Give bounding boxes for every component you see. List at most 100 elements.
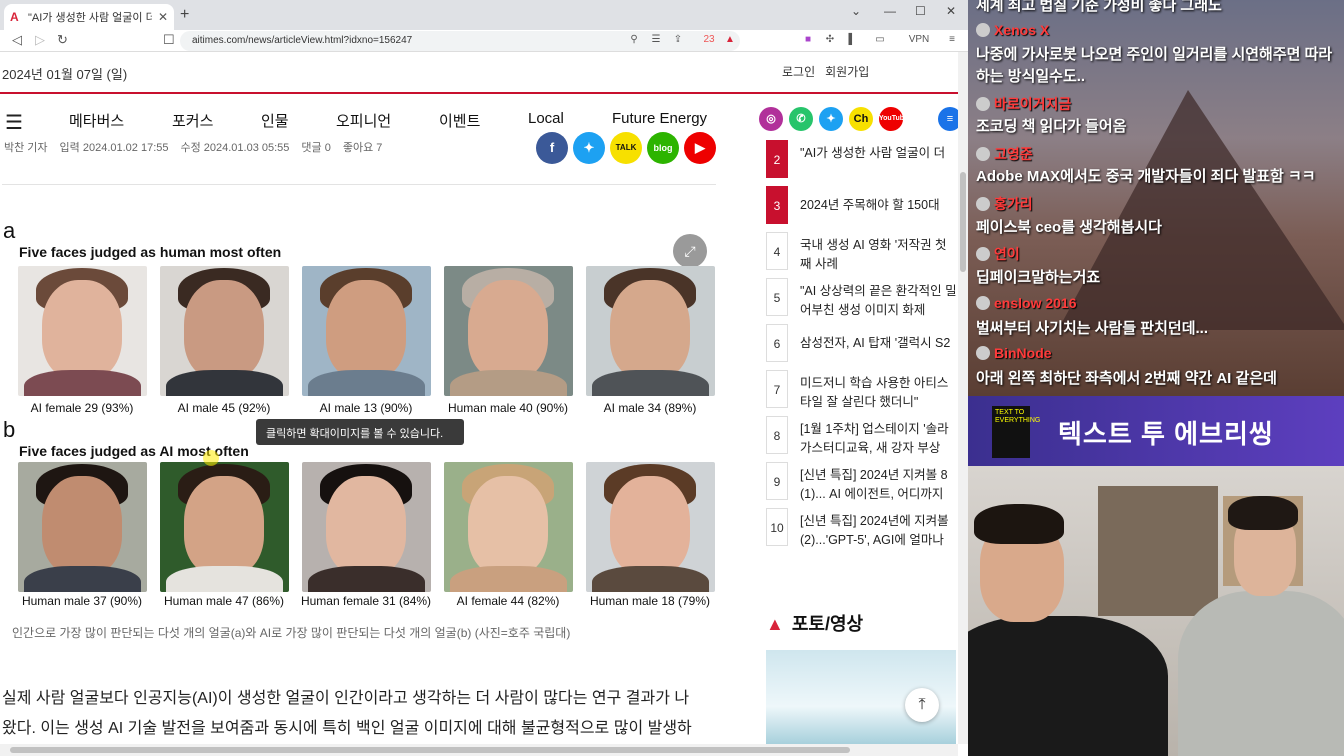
- expand-icon[interactable]: ⤢: [673, 234, 707, 268]
- menu-metaverse[interactable]: 메타버스: [69, 110, 124, 131]
- menu-people[interactable]: 인물: [261, 110, 289, 131]
- input-time: 입력 2024.01.02 17:55: [59, 142, 169, 154]
- ranking-item[interactable]: 6 삼성전자, AI 탑재 '갤럭시 S2: [766, 324, 956, 362]
- rewards-icon[interactable]: ▲: [724, 34, 736, 46]
- youtube-icon[interactable]: YouTube: [879, 107, 908, 131]
- signup-link[interactable]: 회원가입: [825, 63, 869, 80]
- ranking-item[interactable]: 3 2024년 주목해야 할 150대: [766, 186, 956, 224]
- person-left-hair: [974, 504, 1064, 544]
- chat-username: 홍가리: [976, 194, 1033, 214]
- tab-article[interactable]: A "AI가 생성한 사람 얼굴이 더 인간 ✕: [4, 4, 174, 30]
- chat-username-text: Xenos X: [994, 22, 1050, 38]
- comment-count[interactable]: 댓글 0: [301, 139, 330, 155]
- vpn-button[interactable]: VPN: [904, 34, 934, 46]
- sidebar-icon[interactable]: ▌: [846, 34, 858, 46]
- face-image: [18, 266, 147, 396]
- reader-icon[interactable]: ☰: [650, 34, 662, 46]
- chat-message-text: 딥페이크말하는거죠: [976, 269, 1101, 286]
- panel-label-a: a: [3, 218, 16, 243]
- face-image: [444, 266, 573, 396]
- wallet-icon[interactable]: ▭: [874, 34, 886, 46]
- chat-username-text: enslow 2016: [994, 295, 1077, 311]
- ranking-item[interactable]: 2 "AI가 생성한 사람 얼굴이 더: [766, 140, 956, 178]
- brave-shield-icon[interactable]: 23: [700, 34, 718, 46]
- face-label: Human male 47 (86%): [163, 594, 285, 608]
- menu-focus[interactable]: 포커스: [172, 110, 213, 131]
- forward-icon[interactable]: ▷: [35, 32, 45, 48]
- tab-search-icon[interactable]: ⌄: [851, 4, 861, 18]
- twitter-share-icon[interactable]: ✦: [573, 132, 605, 164]
- close-tab-icon[interactable]: ✕: [158, 10, 168, 24]
- chat-username-text: 연이: [994, 246, 1020, 262]
- avatar: [976, 197, 990, 211]
- ranking-item[interactable]: 8 [1월 1주차] 업스테이지 '솔라 가스터디교육, 새 강자 부상: [766, 416, 956, 455]
- vertical-scrollbar[interactable]: [958, 52, 968, 744]
- news-icon[interactable]: ≡: [938, 107, 960, 131]
- face-image: [18, 462, 147, 592]
- maximize-button[interactable]: ☐: [915, 4, 926, 18]
- ranking-item[interactable]: 5 "AI 상상력의 끝은 환각적인 밀어부친 생성 이미지 화제: [766, 278, 957, 317]
- minimize-button[interactable]: —: [884, 4, 896, 18]
- puzzle-icon[interactable]: ✣: [824, 34, 836, 46]
- avatar: [976, 147, 990, 161]
- face-label: AI male 45 (92%): [177, 401, 271, 415]
- ranking-item[interactable]: 7 미드저니 학습 사용한 아티스 타일 잘 살린다 했더니": [766, 370, 956, 409]
- scroll-to-top-button[interactable]: ⤒: [905, 688, 939, 722]
- face-label: AI female 44 (82%): [456, 594, 560, 608]
- hamburger-menu-icon[interactable]: ☰: [5, 110, 23, 135]
- current-date: 2024년 01월 07일 (일): [2, 67, 128, 82]
- like-count[interactable]: 좋아요 7: [343, 139, 383, 155]
- ranking-item[interactable]: 9 [신년 특집] 2024년 지켜볼 8 (1)... AI 에이전트, 어디까…: [766, 462, 956, 501]
- book-cover: TEXT TO EVERYTHING: [992, 406, 1040, 458]
- rank-title: "AI가 생성한 사람 얼굴이 더: [800, 146, 946, 160]
- twitter-icon[interactable]: ✦: [819, 107, 843, 131]
- scrollbar-thumb[interactable]: [960, 172, 966, 272]
- kakaotalk-share-icon[interactable]: TALK: [610, 132, 642, 164]
- face-label: Human male 37 (90%): [21, 594, 143, 608]
- menu-event[interactable]: 이벤트: [439, 110, 480, 131]
- shield-count: 23: [703, 34, 715, 45]
- facebook-share-icon[interactable]: f: [536, 132, 568, 164]
- reload-icon[interactable]: ↻: [57, 32, 68, 48]
- bookmark-icon[interactable]: ☐: [163, 32, 175, 48]
- rank-title: 2024년 주목해야 할 150대: [800, 198, 940, 212]
- avatar: [976, 247, 990, 261]
- ranking-item[interactable]: 4 국내 생성 AI 영화 '저작권 첫 째 사례: [766, 232, 956, 271]
- menu-opinion[interactable]: 오피니언: [336, 110, 391, 131]
- panel-label-b: b: [3, 417, 16, 442]
- rank-number: 5: [766, 278, 788, 316]
- instagram-icon[interactable]: ◎: [759, 107, 783, 131]
- ranking-item[interactable]: 10 [신년 특집] 2024년에 지켜볼 (2)...'GPT-5', AGI에…: [766, 508, 956, 547]
- close-window-button[interactable]: ✕: [946, 4, 956, 18]
- back-icon[interactable]: ◁: [12, 32, 22, 48]
- menu-future-energy[interactable]: Future Energy: [612, 110, 707, 127]
- chat-message-text: Adobe MAX에서도 중국 개발자들이 죄다 발표함 ㅋㅋ: [976, 168, 1316, 185]
- talk-icon[interactable]: ✆: [789, 107, 813, 131]
- avatar: [976, 296, 990, 310]
- tab-bar: A "AI가 생성한 사람 얼굴이 더 인간 ✕ + ⌄ — ☐ ✕: [0, 0, 968, 30]
- zoom-icon[interactable]: ⚲: [628, 34, 640, 46]
- extension-icon[interactable]: ■: [802, 34, 814, 46]
- article-body-line: 실제 사람 얼굴보다 인공지능(AI)이 생성한 얼굴이 인간이라고 생각하는 …: [2, 690, 690, 707]
- blog-share-icon[interactable]: blog: [647, 132, 679, 164]
- mouse-cursor-highlight: [203, 450, 219, 466]
- person-right-hair: [1228, 496, 1298, 530]
- kakao-channel-icon[interactable]: Ch: [849, 107, 873, 131]
- youtube-share-icon[interactable]: ▶: [684, 132, 716, 164]
- person-left-body: [968, 616, 1168, 756]
- menu-icon[interactable]: ≡: [946, 34, 958, 46]
- chat-message-text: 벌써부터 사기치는 사람들 판치던데...: [976, 320, 1209, 337]
- chat-username-text: BinNode: [994, 345, 1052, 361]
- menu-local[interactable]: Local: [528, 110, 564, 127]
- rank-title: [신년 특집] 2024년 지켜볼 8 (1)... AI 에이전트, 어디까지: [800, 468, 948, 501]
- share-icon[interactable]: ⇪: [672, 34, 684, 46]
- rank-title: 삼성전자, AI 탑재 '갤럭시 S2: [800, 336, 951, 350]
- browser-window: A "AI가 생성한 사람 얼굴이 더 인간 ✕ + ⌄ — ☐ ✕ ◁ ▷ ↻…: [0, 0, 968, 756]
- person-right-body: [1178, 591, 1344, 756]
- horizontal-scrollbar[interactable]: [0, 744, 958, 756]
- scrollbar-thumb[interactable]: [10, 747, 850, 753]
- new-tab-button[interactable]: +: [180, 6, 189, 24]
- meta-divider: [2, 184, 716, 185]
- author: 박찬 기자: [4, 142, 48, 154]
- login-link[interactable]: 로그인: [782, 63, 815, 80]
